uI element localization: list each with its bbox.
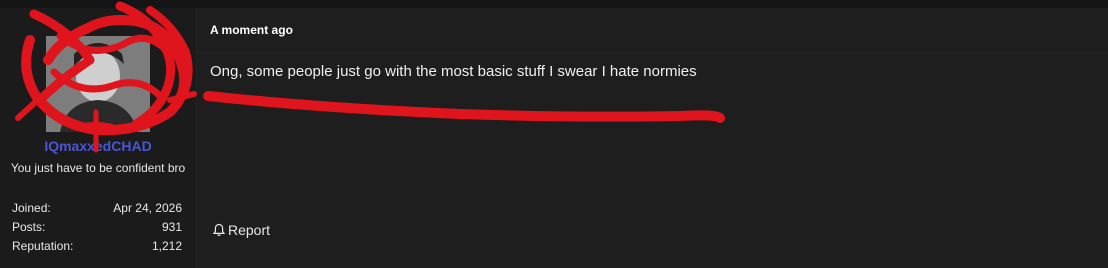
user-info-panel: IQmaxxedCHAD You just have to be confide… — [0, 8, 197, 268]
stat-value: 1,212 — [151, 239, 182, 253]
bell-icon — [212, 223, 226, 236]
stat-label: Posts: — [12, 220, 46, 234]
post-timestamp[interactable]: A moment ago — [210, 23, 293, 37]
post-message: Ong, some people just go with the most b… — [210, 63, 697, 80]
report-label: Report — [228, 222, 271, 238]
stat-value: 931 — [161, 220, 182, 234]
user-title: You just have to be confident bro — [10, 161, 186, 175]
stat-label: Reputation: — [12, 239, 74, 253]
stat-posts: Posts: 931 — [12, 218, 182, 237]
stat-reputation: Reputation: 1,212 — [12, 237, 182, 256]
stat-value: Apr 24, 2026 — [113, 201, 182, 215]
forum-post: IQmaxxedCHAD You just have to be confide… — [0, 8, 1108, 268]
post-header: A moment ago — [196, 8, 1108, 53]
avatar-photo — [46, 36, 150, 132]
user-stats: Joined: Apr 24, 2026 Posts: 931 Reputati… — [12, 199, 182, 256]
username[interactable]: IQmaxxedCHAD — [0, 138, 196, 154]
stat-joined: Joined: Apr 24, 2026 — [12, 199, 182, 218]
report-button[interactable]: Report — [212, 222, 270, 238]
avatar[interactable] — [46, 36, 150, 132]
top-divider — [0, 0, 1108, 8]
stat-label: Joined: — [12, 201, 51, 215]
